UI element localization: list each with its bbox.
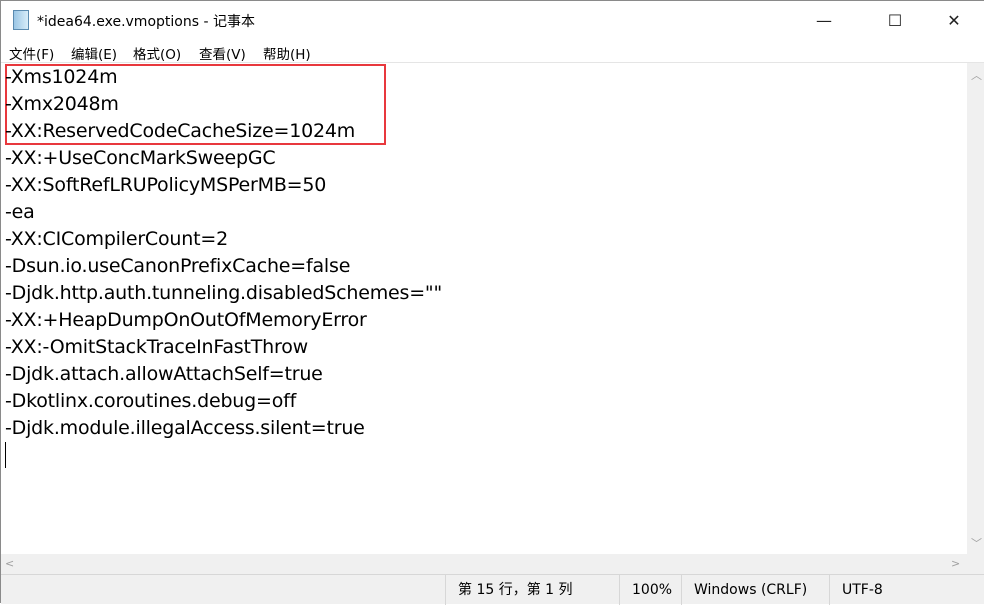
notepad-icon: [13, 10, 29, 30]
zoom-level: 100%: [619, 575, 681, 605]
vertical-scrollbar[interactable]: ︿ ﹀: [967, 63, 984, 554]
text-line: -XX:ReservedCodeCacheSize=1024m: [5, 120, 356, 142]
menu-view[interactable]: 查看(V): [199, 43, 246, 63]
menu-format[interactable]: 格式(O): [133, 43, 181, 63]
encoding: UTF-8: [829, 575, 984, 605]
maximize-button[interactable]: ☐: [872, 1, 918, 39]
scroll-right-icon[interactable]: >: [951, 557, 960, 570]
cursor-position: 第 15 行，第 1 列: [445, 575, 619, 605]
close-button[interactable]: ✕: [931, 1, 977, 39]
text-line: -XX:-OmitStackTraceInFastThrow: [5, 336, 308, 358]
text-line: -Xmx2048m: [5, 93, 119, 115]
scrollbar-corner: [967, 554, 984, 574]
scroll-down-icon[interactable]: ﹀: [971, 535, 982, 551]
text-line: -Djdk.http.auth.tunneling.disabledScheme…: [5, 282, 442, 304]
text-line: -XX:SoftRefLRUPolicyMSPerMB=50: [5, 174, 327, 196]
text-line: -Xms1024m: [5, 66, 118, 88]
text-line: -Djdk.module.illegalAccess.silent=true: [5, 417, 365, 439]
horizontal-scrollbar[interactable]: < >: [1, 554, 967, 574]
menu-edit[interactable]: 编辑(E): [71, 43, 117, 63]
status-bar: 第 15 行，第 1 列 100% Windows (CRLF) UTF-8: [1, 574, 984, 605]
text-line: -ea: [5, 201, 35, 223]
text-line: -Dsun.io.useCanonPrefixCache=false: [5, 255, 351, 277]
text-line: -XX:+HeapDumpOnOutOfMemoryError: [5, 309, 367, 331]
text-line: -Djdk.attach.allowAttachSelf=true: [5, 363, 323, 385]
menu-file[interactable]: 文件(F): [9, 43, 54, 63]
text-line: -Dkotlinx.coroutines.debug=off: [5, 390, 297, 412]
text-line: -XX:+UseConcMarkSweepGC: [5, 147, 276, 169]
minimize-button[interactable]: —: [801, 1, 847, 39]
line-ending: Windows (CRLF): [681, 575, 829, 605]
menu-help[interactable]: 帮助(H): [263, 43, 311, 63]
window-title: *idea64.exe.vmoptions - 记事本: [37, 14, 255, 30]
text-editor[interactable]: -Xms1024m -Xmx2048m -XX:ReservedCodeCacheS…: [1, 63, 967, 554]
text-caret: [5, 442, 6, 468]
title-bar: *idea64.exe.vmoptions - 记事本 — ☐ ✕: [1, 1, 984, 39]
scroll-left-icon[interactable]: <: [5, 557, 14, 570]
scroll-up-icon[interactable]: ︿: [971, 67, 982, 83]
menu-bar: 文件(F) 编辑(E) 格式(O) 查看(V) 帮助(H): [1, 39, 984, 63]
text-line: -XX:CICompilerCount=2: [5, 228, 228, 250]
